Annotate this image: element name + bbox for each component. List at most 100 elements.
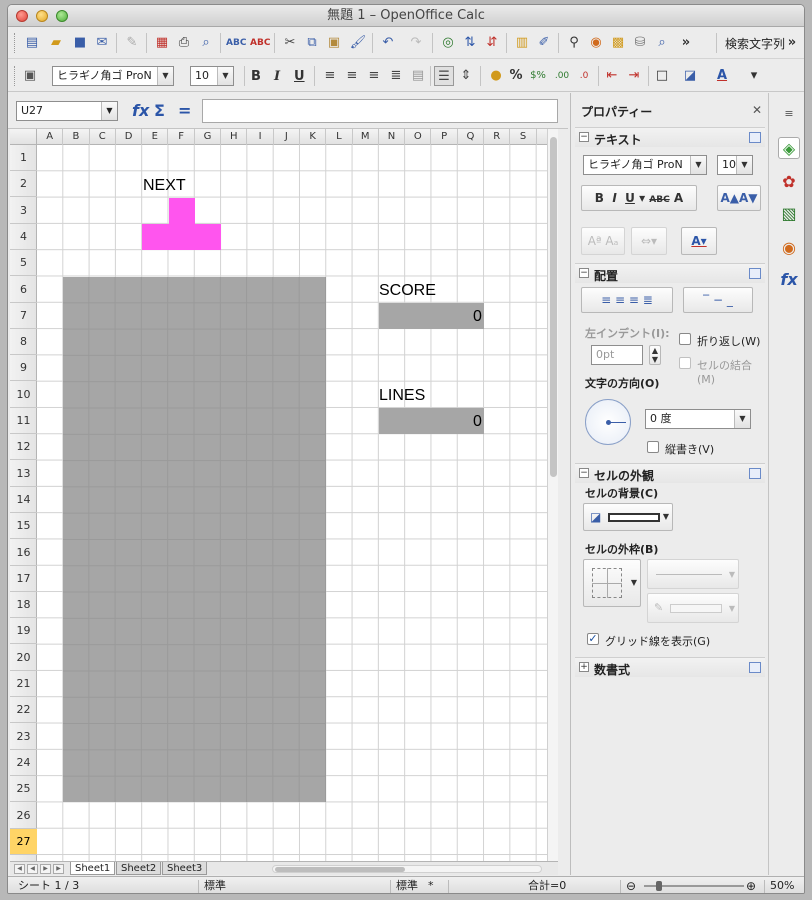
rotation-dial[interactable]	[585, 399, 631, 445]
sum-icon[interactable]: Σ	[154, 101, 165, 120]
tab-sheet2[interactable]: Sheet2	[116, 862, 162, 875]
column-header[interactable]: P	[432, 129, 458, 145]
zoom-out-icon[interactable]: ⊖	[626, 877, 636, 893]
row-header[interactable]: 13	[10, 461, 37, 487]
close-window-button[interactable]	[16, 10, 28, 22]
column-header[interactable]: N	[379, 129, 406, 145]
superscript-buttons[interactable]: Aª Aₐ	[581, 227, 625, 255]
properties-deck-icon[interactable]: ◈	[778, 137, 800, 159]
tab-sheet1[interactable]: Sheet1	[70, 862, 116, 875]
column-header[interactable]: H	[221, 129, 248, 145]
row-header[interactable]: 2	[10, 171, 37, 198]
expand-icon[interactable]: +	[579, 662, 589, 672]
zoom-slider[interactable]	[644, 881, 744, 891]
italic-button[interactable]: I	[274, 69, 280, 84]
next-sheet-button[interactable]: ▶	[40, 864, 51, 874]
row-header[interactable]: 19	[10, 618, 37, 645]
last-sheet-button[interactable]: ▶	[53, 864, 64, 874]
underline-button[interactable]: U	[294, 69, 305, 84]
row-header[interactable]: 11	[10, 408, 37, 434]
function-wizard-icon[interactable]: fx	[132, 101, 149, 120]
column-header[interactable]: Q	[458, 129, 485, 145]
cell-background-button[interactable]: ◪ ▼	[583, 503, 673, 531]
functions-deck-icon[interactable]: fx	[778, 269, 800, 291]
select-all-corner[interactable]	[10, 129, 37, 145]
column-header[interactable]: C	[90, 129, 116, 145]
row-header[interactable]: 27	[10, 828, 37, 855]
row-header[interactable]: 12	[10, 434, 37, 461]
toolbar-overflow-button[interactable]: »	[676, 33, 696, 53]
row-header[interactable]: 3	[10, 198, 37, 224]
border-style-button[interactable]: ▼	[583, 559, 641, 607]
row-header[interactable]: 14	[10, 487, 37, 513]
row-header[interactable]: 9	[10, 355, 37, 382]
column-header[interactable]: B	[63, 129, 90, 145]
sidebar-font-color-button[interactable]: A▾	[681, 227, 717, 255]
angle-combo[interactable]: 0 度 ▼	[645, 409, 751, 429]
export-pdf-icon[interactable]: ▦	[152, 33, 172, 53]
bold-button[interactable]: B	[251, 69, 261, 84]
toolbar-grip[interactable]	[14, 66, 17, 86]
wrap-checkbox[interactable]	[679, 333, 691, 345]
more-options-icon[interactable]	[749, 268, 761, 279]
column-header[interactable]: D	[116, 129, 143, 145]
column-header[interactable]: F	[169, 129, 195, 145]
number-section-header[interactable]: + 数書式	[575, 657, 765, 677]
row-header[interactable]: 4	[10, 224, 37, 250]
row-header[interactable]: 16	[10, 540, 37, 566]
column-header[interactable]: M	[353, 129, 379, 145]
chevron-down-icon[interactable]: ▼	[690, 156, 706, 174]
add-decimal-icon[interactable]: .00	[552, 66, 572, 86]
row-header[interactable]: 6	[10, 277, 37, 303]
row-header[interactable]: 21	[10, 671, 37, 697]
draw-functions-icon[interactable]: ✐	[534, 33, 554, 53]
merge-cells-icon[interactable]: ▤	[408, 66, 428, 86]
row-header[interactable]: 18	[10, 592, 37, 619]
zoom-window-button[interactable]	[56, 10, 68, 22]
styles-deck-icon[interactable]: ✿	[778, 171, 800, 193]
background-color-icon[interactable]: ◪	[680, 66, 700, 86]
vertical-align-buttons[interactable]: ‾ − _	[683, 287, 753, 313]
chevron-down-icon[interactable]: ▼	[157, 67, 173, 85]
sidebar-size-combo[interactable]: 10 ▼	[717, 155, 753, 175]
toolbar-grip[interactable]	[14, 33, 17, 53]
undo-icon[interactable]: ↶	[378, 33, 398, 53]
more-options-icon[interactable]	[749, 468, 761, 479]
horizontal-scroll-thumb[interactable]	[275, 867, 405, 872]
currency-icon[interactable]: ●	[486, 66, 506, 86]
row-header[interactable]: 1	[10, 145, 37, 171]
delete-decimal-icon[interactable]: .0	[574, 66, 594, 86]
vertical-scroll-thumb[interactable]	[550, 137, 557, 477]
gallery-deck-icon[interactable]: ▧	[778, 203, 800, 225]
appearance-section-header[interactable]: − セルの外観	[575, 463, 765, 483]
clone-format-icon[interactable]: 🖌	[348, 33, 368, 53]
font-size-combo[interactable]: 10 ▼	[190, 66, 234, 86]
indent-stepper[interactable]: ▲ ▼	[649, 345, 661, 365]
merge-checkbox[interactable]	[679, 357, 691, 369]
insert-mode[interactable]: 標準	[396, 877, 418, 893]
data-sources-icon[interactable]: ⛁	[630, 33, 650, 53]
copy-icon[interactable]: ⧉	[302, 33, 322, 53]
justify-icon[interactable]: ≣	[386, 66, 406, 86]
cut-icon[interactable]: ✂	[280, 33, 300, 53]
row-header[interactable]: 20	[10, 645, 37, 671]
chevron-down-icon[interactable]: ▼	[736, 156, 752, 174]
column-header[interactable]: O	[405, 129, 432, 145]
align-right-icon[interactable]: ≡	[364, 66, 384, 86]
collapse-icon[interactable]: −	[579, 268, 589, 278]
close-icon[interactable]: ✕	[752, 103, 762, 117]
column-header[interactable]: G	[195, 129, 222, 145]
row-header[interactable]: 17	[10, 566, 37, 592]
chevron-down-icon[interactable]: ▼	[734, 410, 750, 428]
sort-ascending-icon[interactable]: ⇅	[460, 33, 480, 53]
horizontal-scrollbar[interactable]	[272, 865, 542, 873]
line-color-button[interactable]: ✎ ▼	[647, 593, 739, 623]
chevron-down-icon[interactable]: ▼	[729, 570, 735, 579]
row-header[interactable]: 5	[10, 250, 37, 277]
more-options-icon[interactable]	[749, 662, 761, 673]
column-header[interactable]: L	[326, 129, 353, 145]
name-box[interactable]: U27 ▼	[16, 101, 118, 121]
row-header[interactable]: 10	[10, 382, 37, 408]
gridlines-checkbox[interactable]: ✓	[587, 633, 599, 645]
more-options-icon[interactable]	[749, 132, 761, 143]
